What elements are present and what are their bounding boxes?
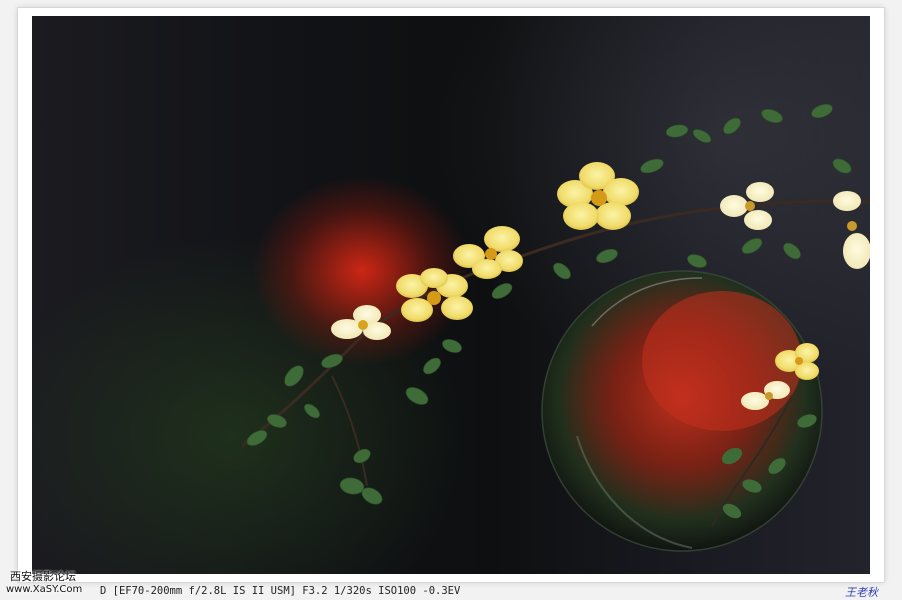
flower-3 [453,226,523,279]
exif-caption: D [EF70-200mm f/2.8L IS II USM] F3.2 1/3… [100,585,461,597]
forum-watermark-url: www.XaSY.Com [6,584,83,595]
photo-illustration [241,103,870,552]
flower-4 [557,162,639,230]
photographer-signature: 王老秋 [845,586,878,599]
flower-2 [396,268,473,322]
forum-watermark-name: 西安摄影论坛 [10,570,76,583]
branch-lower [331,375,368,487]
flower-5 [720,182,774,230]
glass-sphere [541,270,823,552]
photo [32,16,870,574]
